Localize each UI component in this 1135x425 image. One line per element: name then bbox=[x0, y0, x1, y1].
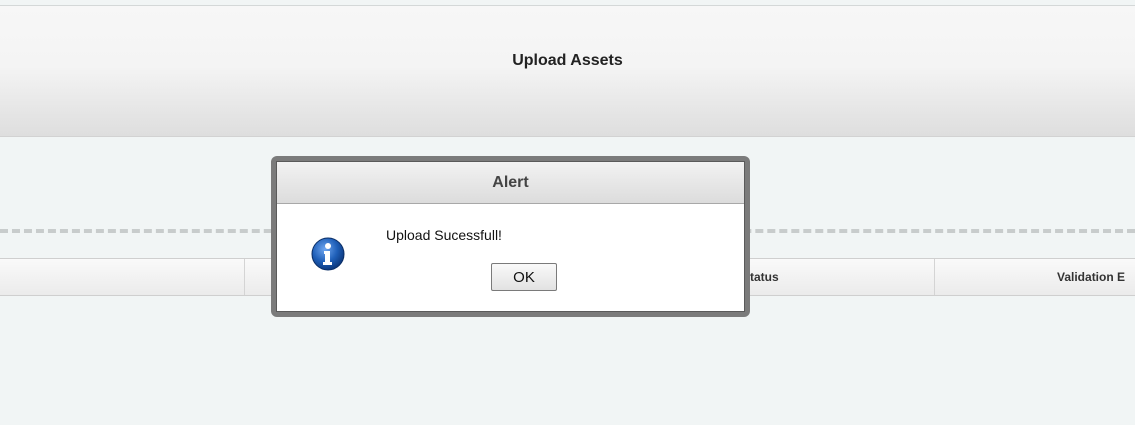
alert-dialog: Alert Upload Sucessfull! OK bbox=[271, 156, 750, 317]
column-header-validation-label: Validation E bbox=[1057, 270, 1126, 284]
info-icon bbox=[311, 237, 345, 271]
ok-button[interactable]: OK bbox=[491, 263, 557, 291]
page-header: Upload Assets bbox=[0, 6, 1135, 137]
page-title: Upload Assets bbox=[512, 52, 623, 69]
column-header-validation[interactable]: Validation E bbox=[935, 259, 1135, 295]
column-header-1[interactable] bbox=[0, 259, 245, 295]
alert-title[interactable]: Alert bbox=[277, 162, 744, 204]
alert-message: Upload Sucessfull! bbox=[386, 227, 502, 243]
alert-dialog-body: Alert Upload Sucessfull! OK bbox=[276, 161, 745, 312]
